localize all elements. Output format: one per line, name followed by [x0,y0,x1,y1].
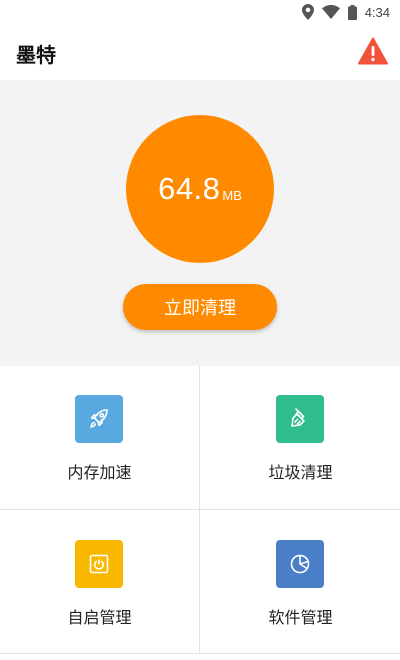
broom-icon [276,395,324,443]
memory-value: 64.8 [158,171,221,206]
status-icons: 4:34 [301,3,390,21]
junk-clean-tile[interactable]: 垃圾清理 [201,366,400,509]
app-title: 墨特 [16,43,56,67]
status-bar: 4:34 [0,0,400,24]
memory-gauge: 64.8 MB [126,115,274,263]
autostart-manage-label: 自启管理 [67,608,132,627]
battery-icon [347,4,357,20]
junk-clean-label: 垃圾清理 [268,463,333,482]
grid-divider-horizontal [0,509,400,510]
feature-grid: 内存加速 垃圾清理 自启管理 软件管理 [0,366,400,654]
status-time: 4:34 [364,4,390,20]
memory-boost-tile[interactable]: 内存加速 [0,366,199,509]
memory-hero: 64.8 MB 立即清理 [0,80,400,366]
warning-button[interactable] [358,37,388,67]
power-icon [75,540,123,588]
clean-now-button[interactable]: 立即清理 [123,284,277,330]
grid-divider-vertical [199,366,200,654]
autostart-manage-tile[interactable]: 自启管理 [0,511,199,654]
software-manage-label: 软件管理 [268,608,333,627]
rocket-icon [75,395,123,443]
app-bar: 墨特 [0,24,400,80]
memory-boost-label: 内存加速 [67,463,132,482]
pie-chart-icon [276,540,324,588]
location-icon [301,4,314,20]
memory-unit: MB [222,187,242,203]
wifi-icon [321,5,340,19]
warning-icon [358,37,388,68]
software-manage-tile[interactable]: 软件管理 [201,511,400,654]
